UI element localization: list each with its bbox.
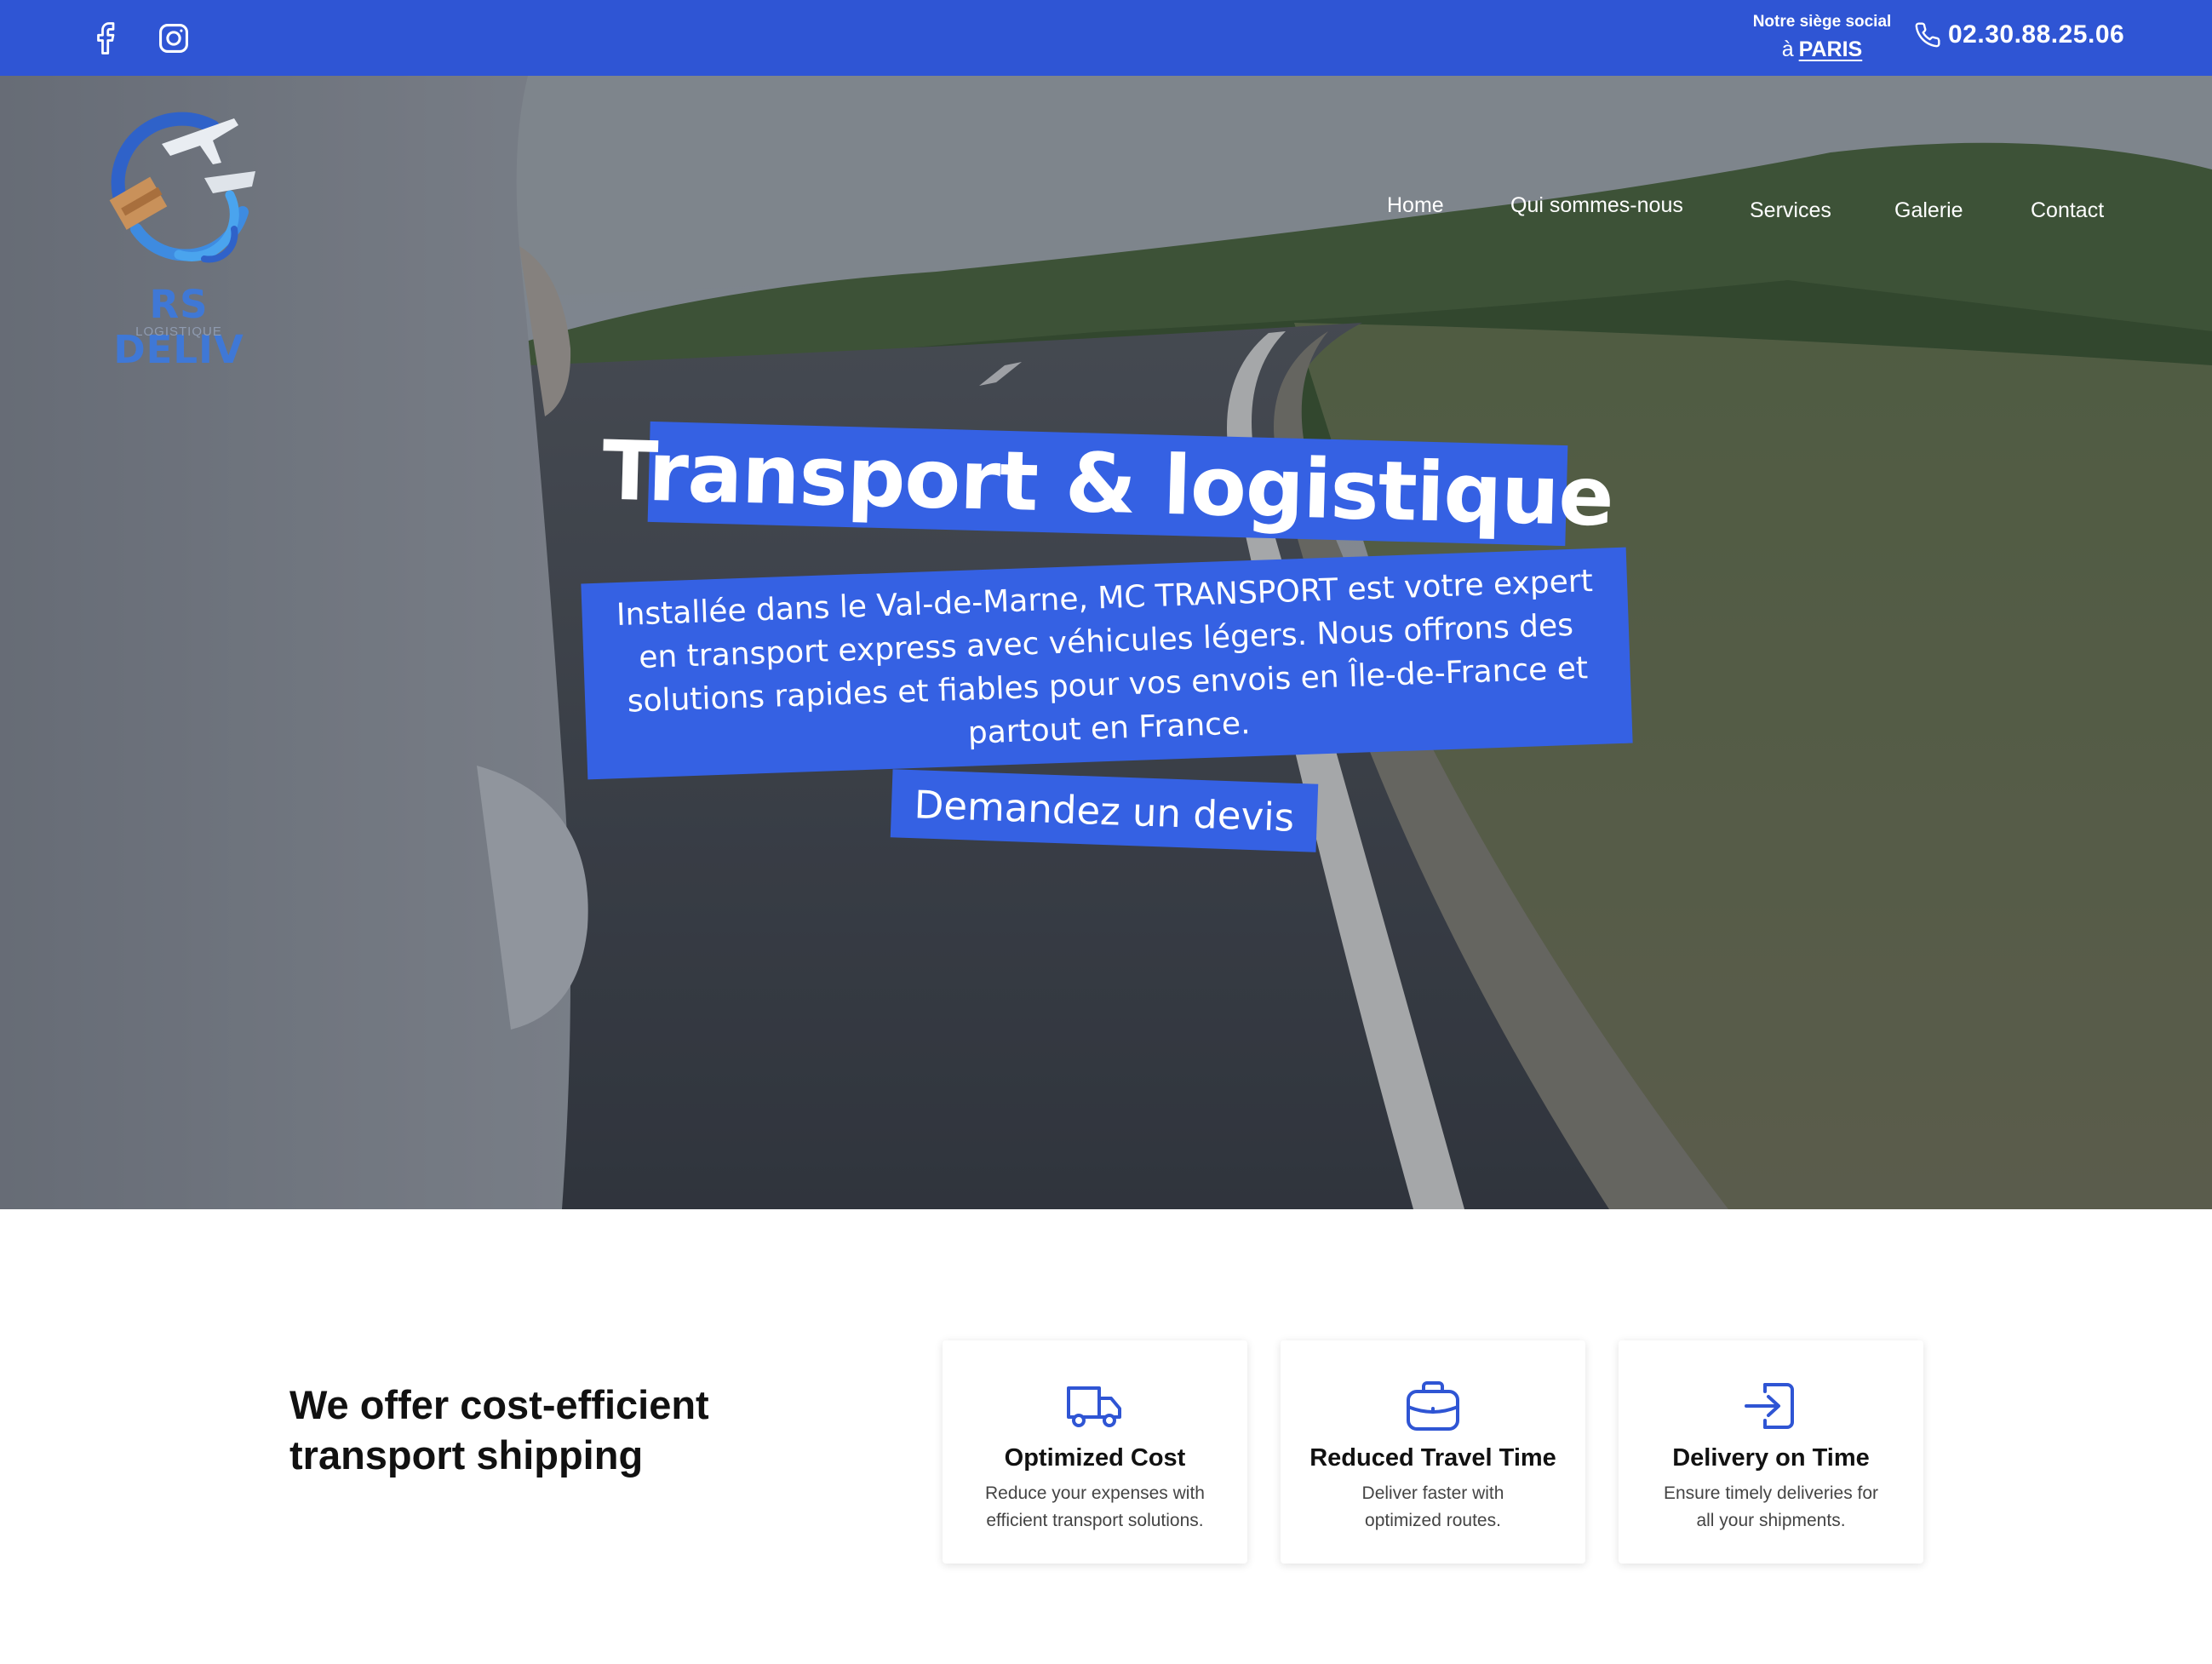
feature-card-delivery-on-time: Delivery on Time Ensure timely deliverie… — [1619, 1340, 1923, 1564]
nav-contact[interactable]: Contact — [2031, 198, 2104, 223]
nav-about[interactable]: Qui sommes-nous — [1510, 193, 1683, 218]
hero-section: RS DELIV LOGISTIQUE Home Qui sommes-nous… — [0, 76, 2212, 1209]
feature-description: Deliver faster with optimized routes. — [1361, 1483, 1504, 1530]
instagram-icon[interactable] — [154, 19, 193, 58]
phone-number: 02.30.88.25.06 — [1948, 20, 2125, 49]
feature-card-optimized-cost: Optimized Cost Reduce your expenses with… — [943, 1340, 1247, 1564]
hq-label: Notre siège social — [1752, 13, 1892, 31]
briefcase-icon — [1407, 1381, 1459, 1431]
nav-services[interactable]: Services — [1750, 198, 1831, 223]
hero-description: Installée dans le Val-de-Marne, MC TRANS… — [616, 564, 1594, 751]
feature-card-reduced-travel-time: Reduced Travel Time Deliver faster with … — [1281, 1340, 1585, 1564]
feature-title: Reduced Travel Time — [1309, 1444, 1556, 1472]
nav-home[interactable]: Home — [1387, 193, 1444, 218]
headquarters-info: Notre siège social à PARIS — [1737, 12, 1907, 63]
logo-globe-icon — [109, 112, 255, 263]
hero-description-banner: Installée dans le Val-de-Marne, MC TRANS… — [581, 547, 1633, 780]
site-logo[interactable]: RS DELIV LOGISTIQUE — [85, 93, 272, 372]
nav-gallery[interactable]: Galerie — [1894, 198, 1963, 223]
logo-tagline: LOGISTIQUE — [135, 324, 222, 339]
hq-prefix: à — [1781, 37, 1794, 61]
feature-description: Ensure timely deliveries for all your sh… — [1663, 1483, 1879, 1530]
top-bar: Notre siège social à PARIS 02.30.88.25.06 — [0, 0, 2212, 76]
login-arrow-icon — [1745, 1383, 1794, 1429]
phone-link[interactable]: 02.30.88.25.06 — [1914, 20, 2124, 49]
phone-icon — [1915, 22, 1940, 48]
truck-icon — [1067, 1386, 1121, 1427]
feature-title: Delivery on Time — [1672, 1444, 1870, 1472]
feature-title: Optimized Cost — [1004, 1444, 1186, 1472]
facebook-icon[interactable] — [89, 19, 129, 58]
feature-description: Reduce your expenses with efficient tran… — [985, 1483, 1205, 1530]
features-heading: We offer cost-efficient transport shippi… — [289, 1382, 709, 1478]
hq-city-link[interactable]: PARIS — [1799, 37, 1863, 61]
